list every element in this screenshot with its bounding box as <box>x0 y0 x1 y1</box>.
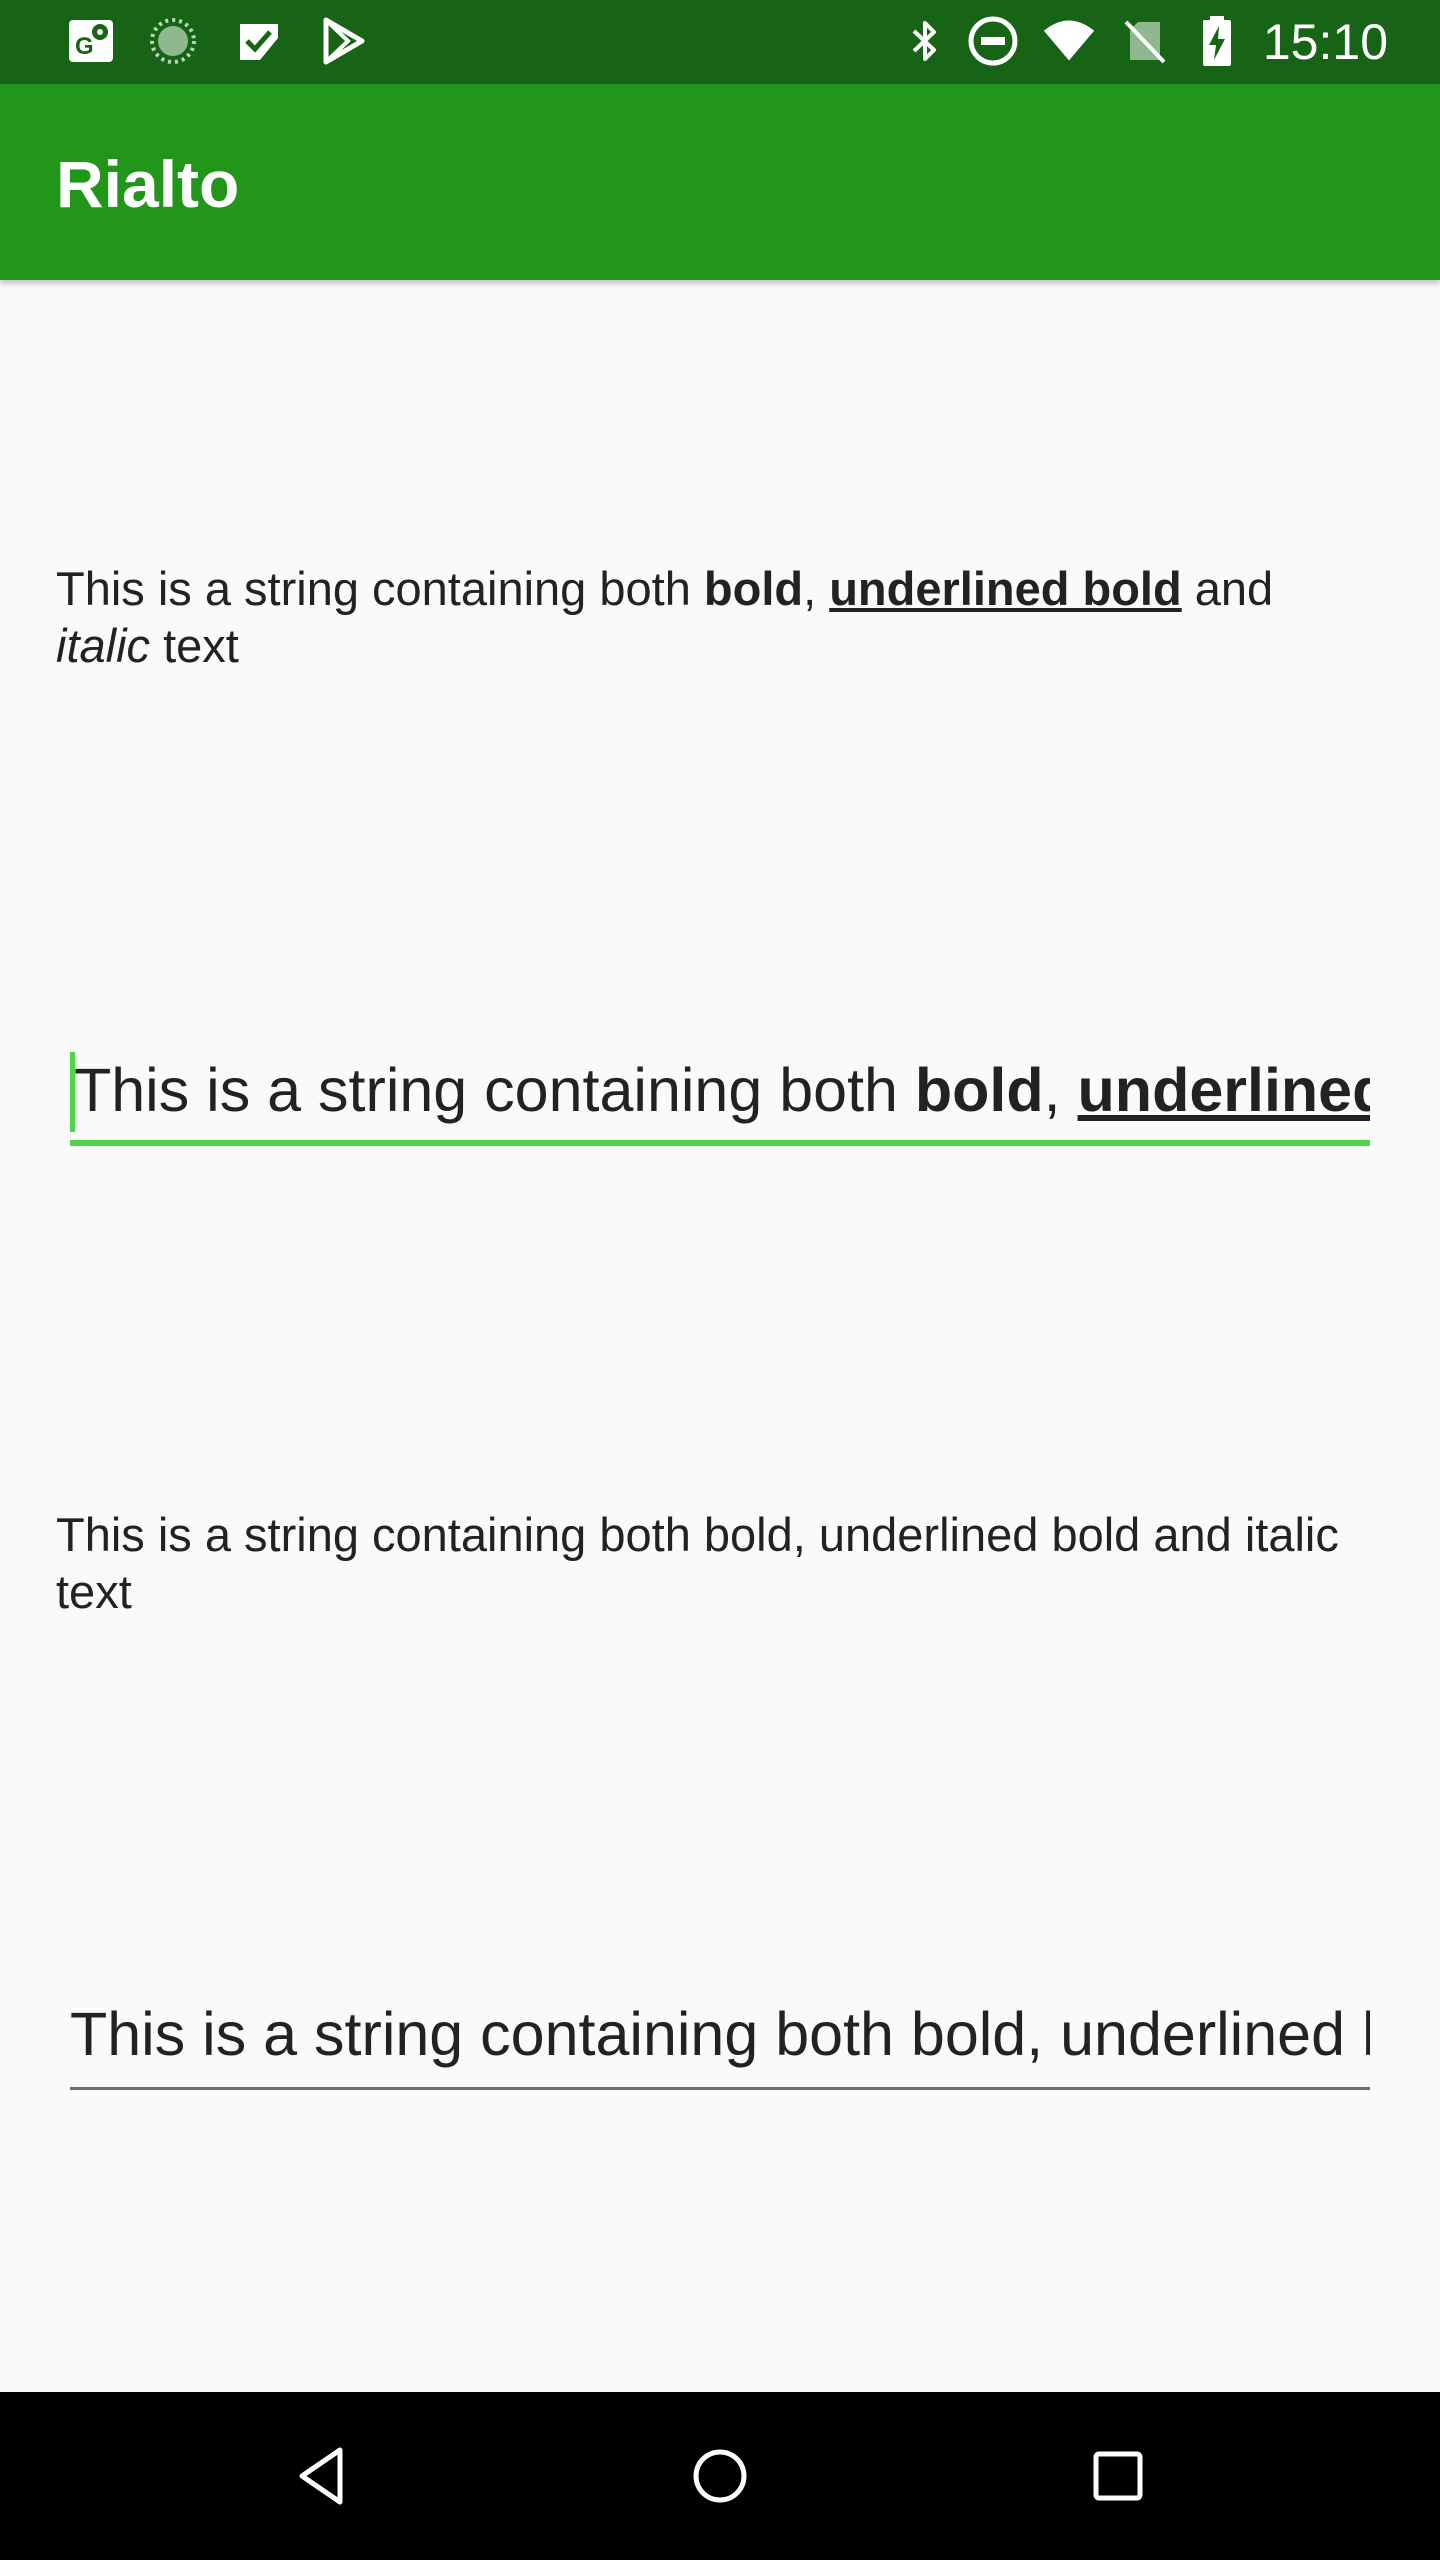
styled-text-italic: italic <box>56 619 151 672</box>
home-icon[interactable] <box>670 2426 770 2526</box>
back-icon[interactable] <box>272 2426 372 2526</box>
wifi-icon <box>1042 14 1096 68</box>
styled-edit-comma: , <box>1043 1056 1078 1124</box>
maps-notification-icon: G <box>64 14 118 68</box>
status-time: 15:10 <box>1262 14 1388 70</box>
navigation-bar <box>0 2392 1440 2560</box>
styled-edit-text[interactable]: This is a string containing both bold, u… <box>74 1040 1370 1140</box>
styled-text-view: This is a string containing both bold, u… <box>56 560 1376 674</box>
styled-text-comma: , <box>803 562 830 615</box>
status-bar: G 15:10 <box>0 0 1440 84</box>
styled-edit-field[interactable]: This is a string containing both bold, u… <box>70 1040 1370 1146</box>
styled-edit-underlined-bold: underlined bold <box>1077 1056 1370 1124</box>
styled-text-bold: bold <box>703 562 804 615</box>
styled-text-underlined-bold: underlined bold <box>829 562 1182 615</box>
styled-text-end: text <box>150 619 239 672</box>
styled-text-and: and <box>1181 562 1274 615</box>
plain-edit-text[interactable]: This is a string containing both bold, u… <box>70 1984 1370 2084</box>
styled-text-part1: This is a string containing both <box>56 562 704 615</box>
app-bar: Rialto <box>0 84 1440 280</box>
app-title: Rialto <box>56 147 240 221</box>
battery-charging-icon <box>1190 14 1244 68</box>
recents-icon[interactable] <box>1068 2426 1168 2526</box>
styled-edit-part1: This is a string containing both <box>74 1056 915 1124</box>
do-not-disturb-icon <box>966 14 1020 68</box>
plain-edit-field[interactable]: This is a string containing both bold, u… <box>70 1984 1370 2090</box>
styled-edit-bold: bold <box>914 1056 1044 1124</box>
text-cursor <box>70 1052 75 1132</box>
play-store-icon <box>316 14 370 68</box>
svg-text:G: G <box>75 33 94 60</box>
inbox-check-icon <box>232 14 286 68</box>
sync-spinner-icon <box>146 14 200 68</box>
bluetooth-icon <box>898 14 952 68</box>
plain-edit-underline <box>70 2087 1370 2090</box>
plain-text-view: This is a string containing both bold, u… <box>56 1508 1339 1618</box>
no-sim-icon <box>1118 14 1172 68</box>
styled-edit-underline <box>70 1140 1370 1146</box>
